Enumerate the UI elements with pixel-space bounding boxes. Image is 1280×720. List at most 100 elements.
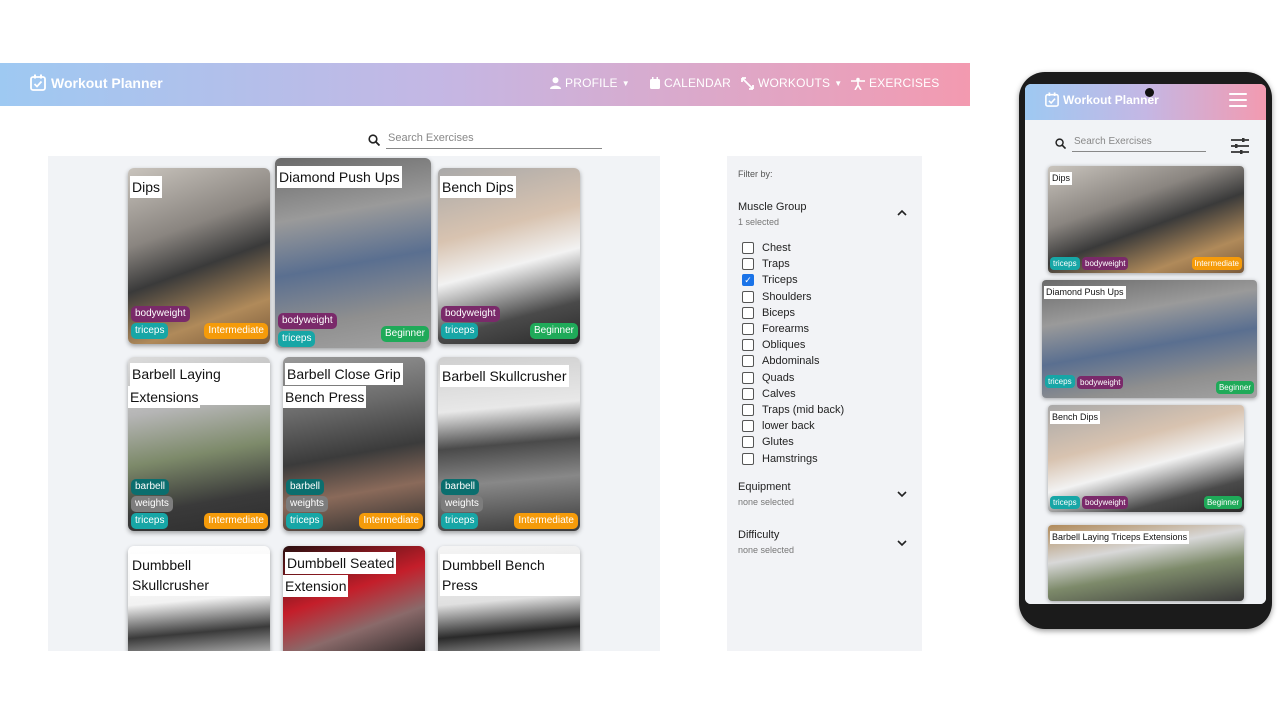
phone-card-barbell-laying-triceps-extensions[interactable]: Barbell Laying Triceps Extensions: [1048, 525, 1244, 601]
card-title: Bench Dips: [440, 176, 516, 198]
exercise-card-bench-dips[interactable]: Bench Dips bodyweight triceps Beginner: [438, 168, 580, 344]
tag-triceps: triceps: [1045, 375, 1075, 388]
chevron-down-icon: [897, 538, 907, 550]
exercise-card-barbell-close-grip-bench-press[interactable]: Barbell Close Grip Bench Press barbell w…: [283, 357, 425, 531]
checkbox-empty-icon[interactable]: [742, 339, 754, 352]
checkbox-forearms[interactable]: Forearms: [742, 323, 809, 335]
gymnast-icon: [851, 77, 865, 90]
exercise-card-dumbbell-seated-extension[interactable]: Dumbbell Seated Extension: [283, 546, 425, 651]
checkbox-label: Shoulders: [762, 290, 812, 303]
tag-triceps: triceps: [441, 323, 479, 339]
checkbox-chest[interactable]: Chest: [742, 242, 791, 254]
tag-difficulty: Intermediate: [204, 513, 268, 529]
exercise-card-dumbbell-skullcrusher[interactable]: Dumbbell Skullcrusher: [128, 546, 270, 651]
checkbox-traps[interactable]: Traps: [742, 258, 790, 271]
checkbox-empty-icon[interactable]: [742, 387, 754, 400]
search-icon: [1055, 137, 1066, 149]
checkbox-label: Hamstrings: [762, 452, 818, 465]
card-title-line1: Barbell Close Grip: [285, 363, 403, 385]
nav-exercises[interactable]: EXERCISES: [851, 76, 940, 90]
checkbox-empty-icon[interactable]: [742, 306, 754, 319]
card-title-line2: Extensions: [128, 386, 201, 408]
nav-workouts-label: WORKOUTS: [758, 76, 831, 90]
phone-card-diamond-push-ups[interactable]: Diamond Push Ups triceps bodyweight Begi…: [1042, 280, 1257, 398]
card-title: Dumbbell Bench Press: [440, 554, 580, 596]
chevron-down-icon: [897, 489, 907, 501]
phone-card-bench-dips[interactable]: Bench Dips triceps bodyweight Beginner: [1048, 405, 1244, 512]
calendar-icon: [650, 77, 660, 89]
nav-workouts[interactable]: WORKOUTS ▼: [741, 76, 842, 90]
checkbox-empty-icon[interactable]: [742, 420, 754, 433]
filter-label: Filter by:: [738, 169, 773, 179]
hamburger-menu-icon[interactable]: [1229, 93, 1247, 107]
checkbox-triceps[interactable]: ✓ Triceps: [742, 274, 798, 287]
checkbox-label: Abdominals: [762, 355, 820, 368]
nav-calendar-label: CALENDAR: [664, 76, 731, 90]
tag-difficulty: Beginner: [1215, 381, 1254, 394]
tag-triceps: triceps: [131, 323, 169, 339]
tag-barbell: barbell: [286, 479, 325, 495]
tag-triceps: triceps: [286, 513, 324, 529]
filter-sliders-icon[interactable]: [1231, 138, 1249, 154]
search-icon: [368, 133, 380, 146]
checkbox-hamstrings[interactable]: Hamstrings: [742, 452, 818, 465]
checkbox-label: Glutes: [762, 436, 794, 449]
exercise-card-dips[interactable]: Dips bodyweight triceps Intermediate: [128, 168, 270, 344]
checkbox-label: Biceps: [762, 306, 796, 319]
tag-bodyweight: bodyweight: [441, 306, 500, 322]
search-input[interactable]: Search Exercises: [386, 130, 602, 149]
nav-exercises-label: EXERCISES: [869, 76, 940, 90]
checkbox-lower-back[interactable]: lower back: [742, 420, 815, 433]
checkbox-biceps[interactable]: Biceps: [742, 306, 796, 319]
checkbox-empty-icon[interactable]: [742, 242, 754, 254]
checkbox-glutes[interactable]: Glutes: [742, 436, 794, 449]
checkbox-label: Traps (mid back): [762, 404, 845, 416]
tag-triceps: triceps: [1050, 496, 1080, 509]
muscle-group-status: 1 selected: [738, 217, 780, 227]
checkbox-empty-icon[interactable]: [742, 323, 754, 335]
tag-triceps: triceps: [278, 331, 316, 347]
checkbox-calves[interactable]: Calves: [742, 387, 796, 400]
checkbox-shoulders[interactable]: Shoulders: [742, 290, 812, 303]
card-title: Diamond Push Ups: [1044, 286, 1126, 299]
chevron-down-icon: ▼: [834, 78, 843, 88]
checkbox-empty-icon[interactable]: [742, 404, 754, 416]
phone-search-input[interactable]: Search Exercises: [1072, 134, 1206, 152]
exercise-card-diamond-push-ups[interactable]: Diamond Push Ups bodyweight triceps Begi…: [275, 158, 431, 348]
checkbox-traps-mid-back[interactable]: Traps (mid back): [742, 404, 844, 416]
checkbox-abdominals[interactable]: Abdominals: [742, 355, 820, 368]
card-title: Dips: [1050, 172, 1073, 185]
checkbox-empty-icon[interactable]: [742, 452, 754, 465]
checkbox-obliques[interactable]: Obliques: [742, 339, 806, 352]
phone-search-bar: Search Exercises: [1055, 134, 1206, 152]
exercise-gallery: Dips bodyweight triceps Intermediate Dia…: [48, 156, 660, 651]
checkbox-empty-icon[interactable]: [742, 355, 754, 368]
checkbox-quads[interactable]: Quads: [742, 371, 795, 384]
card-title-line1: Dumbbell Seated: [285, 552, 397, 574]
checkbox-empty-icon[interactable]: [742, 371, 754, 384]
exercise-card-barbell-skullcrusher[interactable]: Barbell Skullcrusher barbell weights tri…: [438, 357, 580, 531]
card-title: Barbell Skullcrusher: [440, 365, 569, 387]
checkbox-label: Obliques: [762, 339, 806, 352]
checkbox-checked-icon[interactable]: ✓: [742, 274, 754, 287]
exercise-card-barbell-laying-triceps-extensions[interactable]: Barbell Laying Triceps Extensions barbel…: [128, 357, 270, 531]
phone-card-dips[interactable]: Dips triceps bodyweight Intermediate: [1048, 166, 1244, 273]
checkbox-empty-icon[interactable]: [742, 258, 754, 271]
nav-profile[interactable]: PROFILE ▼: [550, 76, 630, 90]
phone-navbar: Workout Planner: [1025, 84, 1266, 120]
brand-link[interactable]: Workout Planner: [30, 74, 163, 91]
checkbox-empty-icon[interactable]: [742, 436, 754, 449]
card-title: Diamond Push Ups: [277, 166, 402, 188]
tag-difficulty: Intermediate: [359, 513, 423, 529]
checkbox-label: Calves: [762, 387, 796, 400]
tag-bodyweight: bodyweight: [1077, 376, 1124, 389]
chevron-up-icon: [897, 207, 907, 219]
checkbox-label: Quads: [762, 371, 795, 384]
phone-brand-link[interactable]: Workout Planner: [1045, 92, 1159, 107]
nav-calendar[interactable]: CALENDAR: [650, 76, 731, 90]
tag-difficulty: Intermediate: [1191, 257, 1242, 270]
checkbox-empty-icon[interactable]: [742, 290, 754, 303]
tag-difficulty: Beginner: [1203, 496, 1242, 509]
exercise-card-dumbbell-bench-press[interactable]: Dumbbell Bench Press: [438, 546, 580, 651]
tag-difficulty: Beginner: [529, 323, 578, 339]
